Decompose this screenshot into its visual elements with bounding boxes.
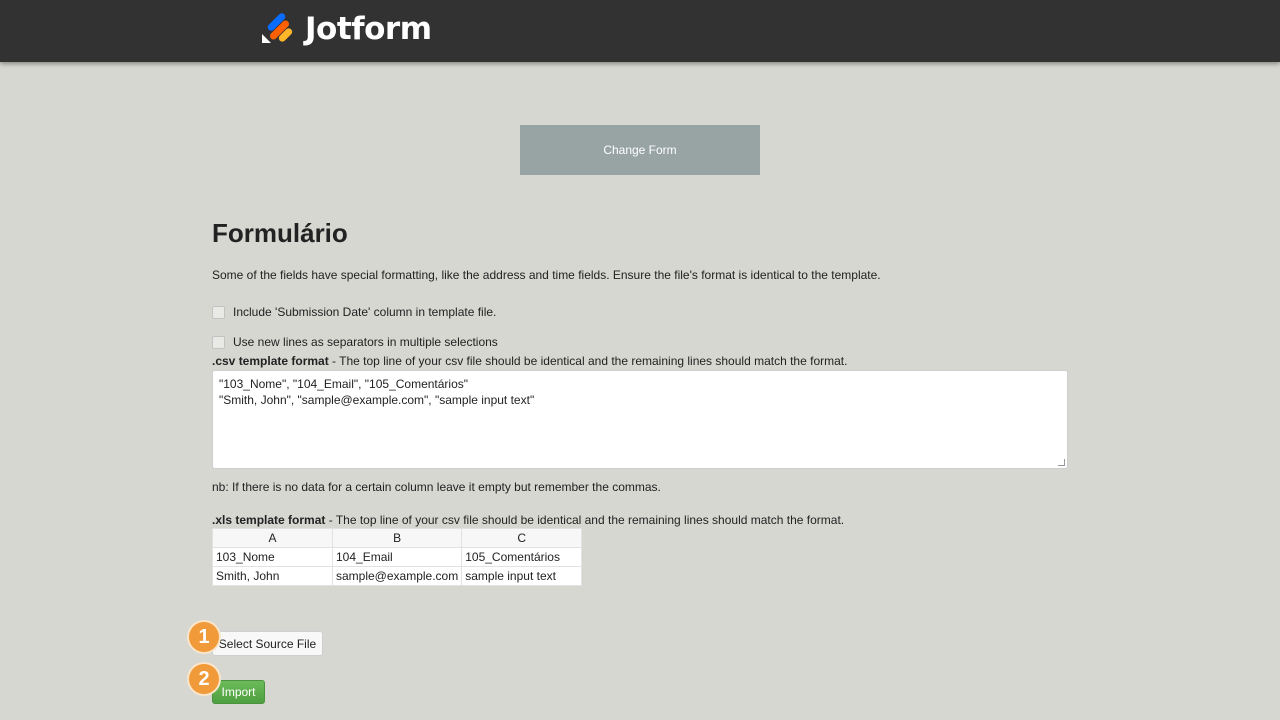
include-submission-date-checkbox[interactable] [212, 305, 225, 319]
csv-template-textarea[interactable]: "103_Nome", "104_Email", "105_Comentário… [212, 370, 1068, 469]
new-lines-separator-label: Use new lines as separators in multiple … [233, 335, 498, 349]
new-lines-separator-checkbox[interactable] [212, 335, 225, 349]
new-lines-separator-option[interactable]: Use new lines as separators in multiple … [212, 335, 498, 349]
xls-format-label-text: - The top line of your csv file should b… [325, 513, 845, 527]
xls-format-label-bold: .xls template format [212, 513, 326, 527]
jotform-logo-icon [262, 13, 293, 43]
include-submission-date-option[interactable]: Include 'Submission Date' column in temp… [212, 305, 496, 319]
table-cell: Smith, John [212, 566, 333, 586]
table-cell: sample input text [461, 566, 583, 586]
csv-format-label-text: - The top line of your csv file should b… [328, 354, 848, 368]
logo-text: Jotform [305, 11, 432, 47]
column-header: B [331, 528, 463, 548]
top-bar: Jotform [0, 0, 1280, 62]
import-button[interactable]: Import [212, 680, 265, 704]
csv-format-label: .csv template format - The top line of y… [212, 354, 847, 368]
step-2-badge: 2 [189, 664, 219, 694]
table-cell: 103_Nome [212, 547, 333, 567]
column-header: A [212, 528, 333, 548]
select-source-file-button[interactable]: Select Source File [212, 631, 323, 656]
jotform-logo[interactable]: Jotform [260, 11, 432, 47]
table-cell: 105_Comentários [461, 547, 583, 567]
xls-format-label: .xls template format - The top line of y… [212, 513, 844, 527]
csv-format-label-bold: .csv template format [212, 354, 329, 368]
column-header: C [461, 528, 583, 548]
step-1-badge: 1 [189, 622, 219, 652]
table-row: 103_Nome 104_Email 105_Comentários [212, 547, 583, 567]
table-cell: 104_Email [331, 547, 463, 567]
table-cell: sample@example.com [331, 566, 463, 586]
change-form-button[interactable]: Change Form [520, 125, 760, 175]
include-submission-date-label: Include 'Submission Date' column in temp… [233, 305, 497, 319]
csv-line-header: "103_Nome", "104_Email", "105_Comentário… [219, 377, 469, 391]
resize-handle-icon[interactable] [1058, 459, 1065, 466]
nb-note: nb: If there is no data for a certain co… [212, 480, 661, 494]
csv-line-sample: "Smith, John", "sample@example.com", "sa… [219, 393, 535, 407]
page-description: Some of the fields have special formatti… [212, 268, 881, 282]
xls-template-table: A B C 103_Nome 104_Email 105_Comentários… [212, 528, 583, 586]
table-header-row: A B C [212, 528, 583, 548]
page-title: Formulário [212, 218, 348, 248]
table-row: Smith, John sample@example.com sample in… [212, 566, 583, 586]
